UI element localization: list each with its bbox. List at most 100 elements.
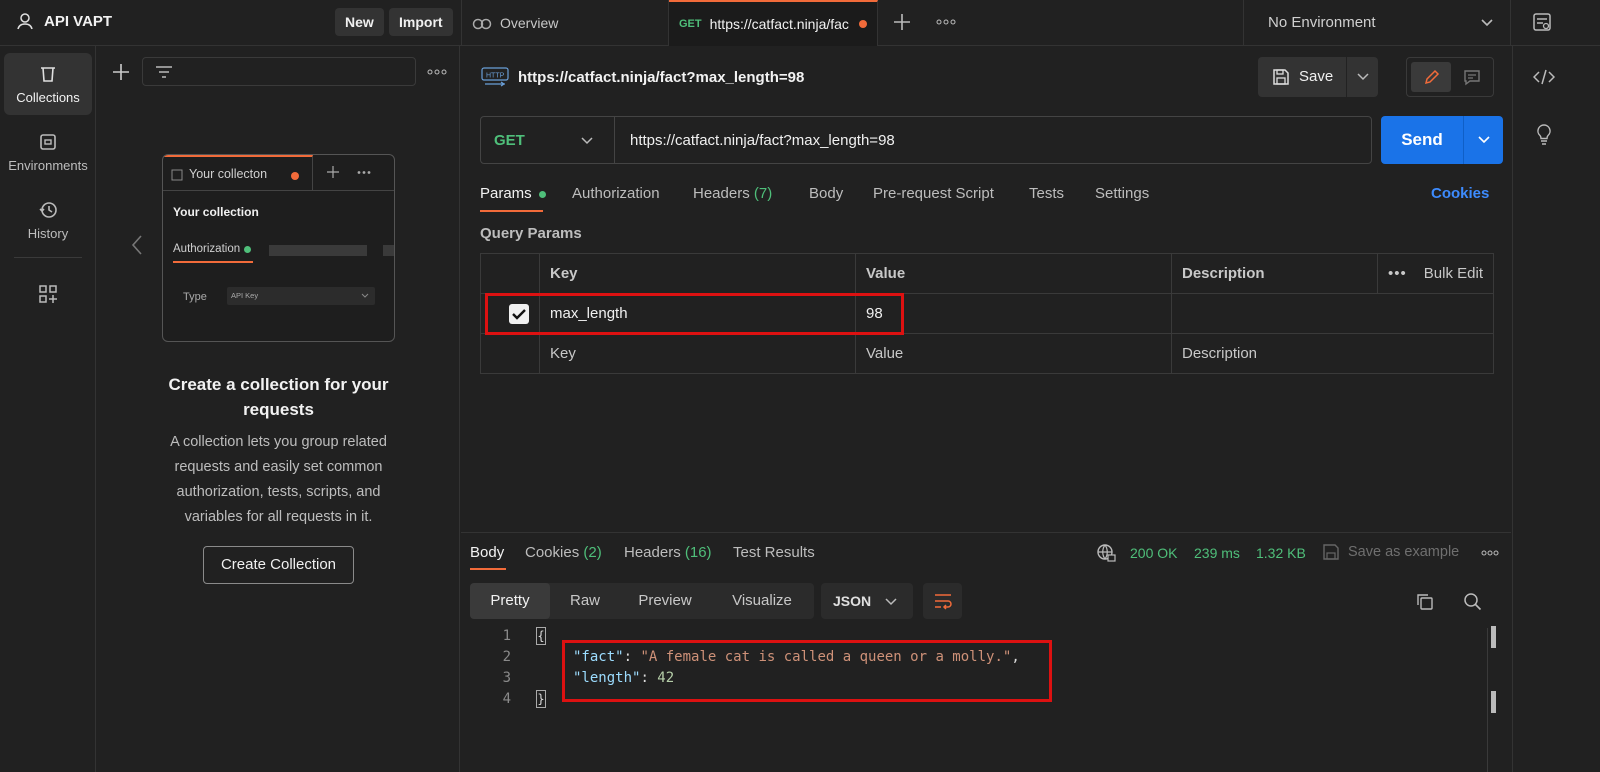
save-label: Save xyxy=(1299,68,1334,85)
rail-label: Environments xyxy=(8,157,88,173)
rail-history[interactable]: History xyxy=(4,189,92,251)
edit-mode-button[interactable] xyxy=(1411,62,1451,92)
table-more-icon[interactable]: ••• xyxy=(1388,265,1407,282)
view-pretty[interactable]: Pretty xyxy=(470,583,550,619)
param-description[interactable] xyxy=(1171,293,1494,334)
chevron-down-icon xyxy=(1357,72,1369,82)
new-button[interactable]: New xyxy=(335,8,384,36)
tab-label: https://catfact.ninja/fac xyxy=(709,16,849,32)
response-tab-body[interactable]: Body xyxy=(470,544,504,561)
column-description: Description xyxy=(1171,253,1378,294)
cookies-count: (2) xyxy=(583,544,602,561)
tab-params[interactable]: Params xyxy=(480,185,546,202)
response-size[interactable]: 1.32 KB xyxy=(1256,545,1306,561)
save-button[interactable]: Save xyxy=(1258,57,1346,97)
response-tab-test-results[interactable]: Test Results xyxy=(733,544,815,561)
tab-label: Headers xyxy=(693,185,750,202)
highlight-box xyxy=(562,640,1052,702)
cookies-link[interactable]: Cookies xyxy=(1431,185,1489,202)
chevron-left-icon[interactable] xyxy=(131,234,143,256)
scrollbar-thumb[interactable] xyxy=(1491,626,1496,648)
new-key-input[interactable]: Key xyxy=(539,333,856,374)
plus-icon xyxy=(327,166,339,178)
rail-collections[interactable]: Collections xyxy=(4,53,92,115)
url-input[interactable]: https://catfact.ninja/fact?max_length=98 xyxy=(630,132,895,149)
chevron-down-icon xyxy=(1478,135,1490,145)
pencil-icon xyxy=(1423,68,1441,86)
tab-authorization[interactable]: Authorization xyxy=(572,185,660,202)
rail-environments[interactable]: Environments xyxy=(4,121,92,183)
response-more-icon[interactable] xyxy=(1481,550,1499,556)
request-name[interactable]: https://catfact.ninja/fact?max_length=98 xyxy=(518,69,804,86)
rail-divider xyxy=(14,257,82,258)
sidebar-more-icon[interactable] xyxy=(427,68,447,76)
response-tab-cookies[interactable]: Cookies (2) xyxy=(525,544,602,561)
table-row: Key Value Description xyxy=(480,333,1494,374)
tab-pre-request-script[interactable]: Pre-request Script xyxy=(873,185,994,202)
tab-overview[interactable]: Overview xyxy=(461,0,669,46)
response-time[interactable]: 239 ms xyxy=(1194,545,1240,561)
tab-headers[interactable]: Headers (7) xyxy=(693,185,772,202)
environment-quick-look-icon[interactable] xyxy=(1532,12,1552,32)
wrap-lines-button[interactable] xyxy=(923,583,962,619)
format-select[interactable]: JSON xyxy=(821,583,913,619)
more-tabs-icon[interactable] xyxy=(936,18,956,26)
copy-icon[interactable] xyxy=(1415,592,1435,612)
right-rail xyxy=(1512,46,1600,772)
rail-label: History xyxy=(27,225,69,241)
globe-icon[interactable] xyxy=(1096,543,1116,563)
overview-icon xyxy=(472,16,492,30)
tab-body[interactable]: Body xyxy=(809,185,843,202)
response-tab-headers[interactable]: Headers (16) xyxy=(624,544,712,561)
headers-count: (7) xyxy=(753,185,773,202)
method-select[interactable]: GET xyxy=(481,117,615,163)
empty-state-title: Create a collection for your requests xyxy=(168,375,389,419)
code-icon[interactable] xyxy=(1533,68,1555,86)
svg-text:HTTP: HTTP xyxy=(486,73,505,80)
add-tab-icon[interactable] xyxy=(892,12,912,32)
illus-tab: Your collecton xyxy=(163,155,313,191)
save-options-button[interactable] xyxy=(1346,57,1378,97)
bulk-edit-cell: ••• Bulk Edit xyxy=(1377,253,1494,294)
environment-selector[interactable]: No Environment xyxy=(1243,0,1511,46)
send-button[interactable]: Send xyxy=(1381,116,1463,164)
illus-type-select: API Key xyxy=(227,287,375,305)
scrollbar-thumb[interactable] xyxy=(1491,691,1496,713)
response-divider xyxy=(461,532,1511,533)
view-preview[interactable]: Preview xyxy=(620,583,710,619)
new-description-input[interactable]: Description xyxy=(1171,333,1494,374)
bulk-edit-button[interactable]: Bulk Edit xyxy=(1424,265,1483,282)
collections-sidebar: Your collecton Your collection Authoriza… xyxy=(97,46,460,772)
tab-tests[interactable]: Tests xyxy=(1029,185,1064,202)
add-collection-icon[interactable] xyxy=(111,62,131,82)
view-visualize[interactable]: Visualize xyxy=(710,583,814,619)
collections-icon xyxy=(38,64,58,84)
create-collection-button[interactable]: Create Collection xyxy=(203,546,354,584)
search-icon[interactable] xyxy=(1463,592,1483,612)
workspace-name: API VAPT xyxy=(44,12,113,30)
tab-request[interactable]: GET https://catfact.ninja/fac xyxy=(669,0,878,46)
line-number: 4 xyxy=(502,691,511,707)
save-as-example-button[interactable]: Save as example xyxy=(1348,544,1459,560)
checkbox-cell xyxy=(480,333,540,374)
workspace-title[interactable]: API VAPT xyxy=(16,12,112,30)
environment-icon xyxy=(38,132,58,152)
view-raw[interactable]: Raw xyxy=(550,583,620,619)
illus-placeholder-bar xyxy=(269,245,367,256)
scroll-track xyxy=(1487,628,1488,772)
send-options-button[interactable] xyxy=(1463,116,1503,164)
tab-label: Overview xyxy=(500,15,559,31)
filter-input[interactable] xyxy=(142,57,416,86)
lightbulb-icon[interactable] xyxy=(1534,123,1554,145)
comment-mode-button[interactable] xyxy=(1455,62,1491,92)
new-value-input[interactable]: Value xyxy=(855,333,1172,374)
import-button[interactable]: Import xyxy=(389,8,453,36)
unsaved-dot xyxy=(859,20,867,28)
illus-type-value: API Key xyxy=(231,291,259,300)
view-mode-tabs: Pretty Raw Preview Visualize xyxy=(470,583,814,619)
add-widget-icon[interactable] xyxy=(38,284,58,304)
params-header-row: Key Value Description ••• Bulk Edit xyxy=(480,253,1494,294)
tab-settings[interactable]: Settings xyxy=(1095,185,1149,202)
line-number: 2 xyxy=(502,649,511,665)
status-code[interactable]: 200 OK xyxy=(1130,545,1177,561)
